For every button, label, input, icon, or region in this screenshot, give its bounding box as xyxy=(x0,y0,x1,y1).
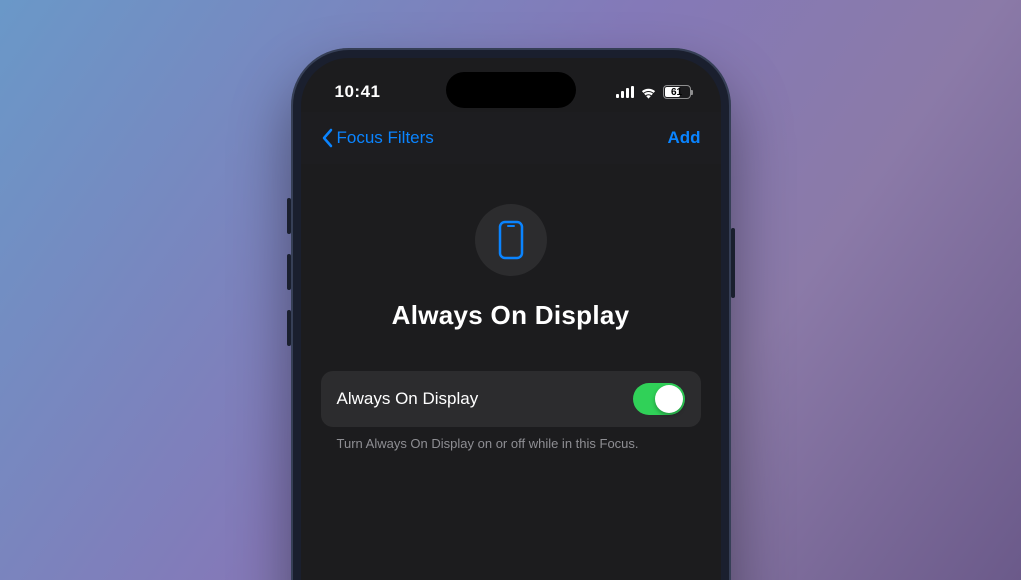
back-button[interactable]: Focus Filters xyxy=(321,128,434,148)
content-area: Always On Display Always On Display Turn… xyxy=(301,164,721,453)
always-on-display-toggle[interactable] xyxy=(633,383,685,415)
add-button[interactable]: Add xyxy=(667,128,700,148)
toggle-knob xyxy=(655,385,683,413)
status-time: 10:41 xyxy=(335,82,381,102)
battery-percent: 61 xyxy=(671,87,682,98)
hero-icon-container xyxy=(475,204,547,276)
navigation-bar: Focus Filters Add xyxy=(301,112,721,164)
page-title: Always On Display xyxy=(321,300,701,331)
status-indicators: 61 xyxy=(616,85,691,99)
dynamic-island xyxy=(446,72,576,108)
phone-icon xyxy=(497,220,525,260)
setting-label: Always On Display xyxy=(337,389,479,409)
always-on-display-row: Always On Display xyxy=(321,371,701,427)
hero-section: Always On Display xyxy=(321,204,701,331)
wifi-icon xyxy=(640,86,657,99)
battery-icon: 61 xyxy=(663,85,691,99)
setting-hint: Turn Always On Display on or off while i… xyxy=(321,427,701,453)
chevron-left-icon xyxy=(321,128,333,148)
phone-screen: 10:41 61 xyxy=(301,58,721,580)
back-label: Focus Filters xyxy=(337,128,434,148)
phone-frame: 10:41 61 xyxy=(291,48,731,580)
cellular-signal-icon xyxy=(616,86,634,98)
